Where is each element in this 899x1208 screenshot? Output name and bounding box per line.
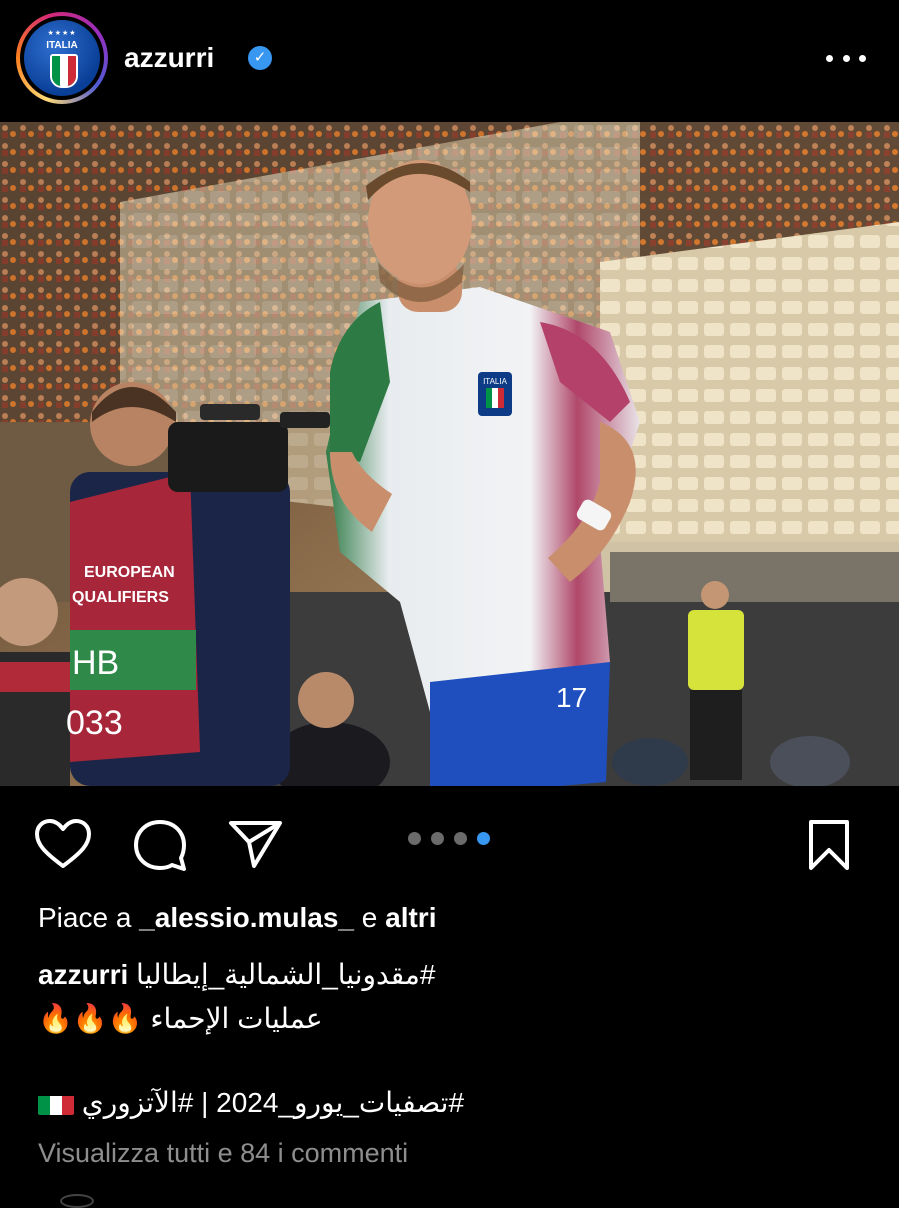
italy-flag-icon	[38, 1093, 74, 1115]
carousel-indicator	[408, 832, 490, 845]
svg-text:EUROPEAN: EUROPEAN	[84, 564, 175, 581]
likes-others[interactable]: altri	[385, 902, 436, 933]
more-options-icon[interactable]	[826, 50, 866, 66]
post-image[interactable]: ITALIA 17 EUROPEAN QUALIFIERS HB 033	[0, 122, 899, 786]
comment-icon[interactable]	[132, 818, 188, 874]
italia-logo: ★★★★ ITALIA	[24, 20, 100, 96]
svg-text:HB: HB	[72, 644, 119, 682]
likes-summary[interactable]: Piace a _alessio.mulas_ e altri	[38, 902, 436, 934]
caption-hashtags: #تصفيات_يورو_2024 | #الآتزوري	[38, 1086, 464, 1119]
view-comments-link[interactable]: Visualizza tutti e 84 i commenti	[38, 1138, 408, 1169]
caption: azzurri #مقدونيا_الشمالية_إيطاليا	[38, 958, 436, 991]
next-avatar	[60, 1194, 94, 1208]
carousel-dot	[454, 832, 467, 845]
username[interactable]: azzurri	[124, 42, 214, 74]
caption-text: عمليات الإحماء 🔥🔥🔥	[38, 1003, 323, 1034]
logo-text: ITALIA	[46, 40, 78, 51]
post-header: ★★★★ ITALIA azzurri ✓	[0, 0, 899, 120]
bookmark-icon[interactable]	[806, 818, 852, 872]
carousel-dot	[431, 832, 444, 845]
caption-hashtag[interactable]: #مقدونيا_الشمالية_إيطاليا	[136, 959, 435, 990]
action-bar	[0, 800, 899, 890]
svg-text:17: 17	[556, 682, 587, 713]
avatar[interactable]: ★★★★ ITALIA	[16, 12, 108, 104]
tricolor-shield-icon	[50, 54, 78, 88]
verified-badge-icon: ✓	[248, 46, 272, 70]
svg-text:ITALIA: ITALIA	[483, 377, 508, 386]
carousel-dot-active	[477, 832, 490, 845]
svg-text:QUALIFIERS: QUALIFIERS	[72, 589, 169, 606]
liker-username[interactable]: _alessio.mulas_	[139, 902, 354, 933]
stars-icon: ★★★★	[47, 30, 77, 37]
heart-icon[interactable]	[34, 818, 92, 870]
send-icon[interactable]	[228, 818, 284, 870]
carousel-dot	[408, 832, 421, 845]
caption-username[interactable]: azzurri	[38, 959, 128, 990]
svg-text:033: 033	[66, 704, 123, 742]
